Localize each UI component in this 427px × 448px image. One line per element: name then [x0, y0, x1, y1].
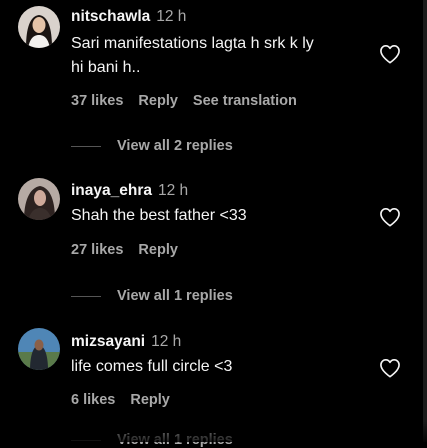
timestamp: 12 h: [156, 8, 187, 25]
heart-outline-icon[interactable]: [379, 207, 401, 227]
avatar[interactable]: [18, 328, 60, 370]
comment-text: life comes full circle <3: [71, 355, 371, 379]
comment-actions: 6 likes Reply: [71, 392, 185, 408]
comment-text-line: hi bani h..: [71, 59, 141, 76]
avatar[interactable]: [18, 178, 60, 220]
reply-button[interactable]: Reply: [130, 392, 170, 408]
username[interactable]: mizsayani: [71, 333, 145, 350]
likes-count[interactable]: 37 likes: [71, 93, 123, 109]
scrollbar[interactable]: [423, 0, 427, 442]
view-replies-label: View all 1 replies: [117, 288, 233, 304]
likes-count[interactable]: 6 likes: [71, 392, 115, 408]
comment-header: nitschawla 12 h: [71, 8, 186, 26]
comment-header: inaya_ehra 12 h: [71, 182, 188, 200]
comment-actions: 37 likes Reply See translation: [71, 93, 312, 109]
reply-button[interactable]: Reply: [138, 242, 178, 258]
comment-text-line: Sari manifestations lagta h srk k ly: [71, 35, 314, 52]
comment-text: Shah the best father <33: [71, 204, 371, 228]
comment-text-line: Shah the best father <33: [71, 207, 247, 224]
comment-actions: 27 likes Reply: [71, 242, 193, 258]
comment-header: mizsayani 12 h: [71, 333, 181, 351]
likes-count[interactable]: 27 likes: [71, 242, 123, 258]
timestamp: 12 h: [158, 182, 189, 199]
bottom-fade: [0, 420, 427, 442]
heart-outline-icon[interactable]: [379, 358, 401, 378]
divider: [71, 295, 101, 297]
view-replies-label: View all 2 replies: [117, 138, 233, 154]
username[interactable]: nitschawla: [71, 8, 150, 25]
comment-text-line: life comes full circle <3: [71, 358, 233, 375]
heart-outline-icon[interactable]: [379, 44, 401, 64]
comment-text: Sari manifestations lagta h srk k ly hi …: [71, 32, 371, 80]
avatar[interactable]: [18, 6, 60, 48]
view-replies-button[interactable]: View all 1 replies: [71, 288, 233, 304]
username[interactable]: inaya_ehra: [71, 182, 152, 199]
reply-button[interactable]: Reply: [138, 93, 178, 109]
see-translation-button[interactable]: See translation: [193, 93, 297, 109]
divider: [71, 145, 101, 147]
timestamp: 12 h: [151, 333, 182, 350]
view-replies-button[interactable]: View all 2 replies: [71, 138, 233, 154]
